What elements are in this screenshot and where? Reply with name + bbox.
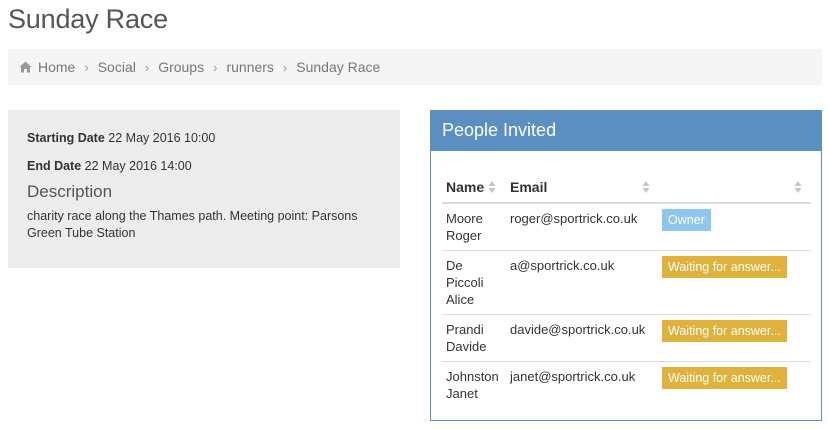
breadcrumb-separator: › bbox=[213, 59, 218, 75]
column-header-name[interactable]: Name bbox=[442, 171, 506, 204]
column-header-email-label: Email bbox=[510, 178, 548, 195]
page-title: Sunday Race bbox=[8, 4, 168, 34]
invitee-name: Johnston Janet bbox=[442, 361, 506, 408]
end-date-label: End Date bbox=[27, 159, 82, 173]
invitee-status-cell: Waiting for answer... bbox=[658, 314, 811, 362]
breadcrumb-separator: › bbox=[84, 59, 89, 75]
breadcrumb-runners[interactable]: runners bbox=[226, 59, 273, 75]
invitee-email: davide@sportrick.co.uk bbox=[506, 314, 658, 362]
invitee-name: Prandi Davide bbox=[442, 314, 506, 362]
status-badge-waiting: Waiting for answer... bbox=[662, 367, 787, 389]
breadcrumb-social[interactable]: Social bbox=[98, 59, 136, 75]
invitee-email: roger@sportrick.co.uk bbox=[510, 211, 638, 226]
invitee-email: a@sportrick.co.uk bbox=[506, 250, 658, 315]
table-header-row: Name Email bbox=[442, 171, 811, 204]
breadcrumb-current: Sunday Race bbox=[296, 59, 381, 75]
people-invited-panel: People Invited Name Email Moore Roger ro… bbox=[430, 110, 822, 421]
end-date-value: 22 May 2016 14:00 bbox=[84, 159, 192, 173]
status-badge-owner: Owner bbox=[662, 209, 711, 231]
sort-icon bbox=[794, 181, 802, 193]
panel-title: People Invited bbox=[431, 111, 821, 151]
event-details: Starting Date 22 May 2016 10:00 End Date… bbox=[8, 110, 400, 268]
breadcrumb: Home › Social › Groups › runners › Sunda… bbox=[8, 49, 822, 85]
table-row: Johnston Janet janet@sportrick.co.uk Wai… bbox=[442, 361, 811, 408]
status-badge-waiting: Waiting for answer... bbox=[662, 256, 787, 278]
column-header-email[interactable]: Email bbox=[506, 171, 658, 204]
invitee-status-cell: Waiting for answer... bbox=[658, 250, 811, 315]
table-row: Prandi Davide davide@sportrick.co.uk Wai… bbox=[442, 314, 811, 362]
description-heading: Description bbox=[27, 182, 113, 201]
table-row: De Piccoli Alice a@sportrick.co.uk Waiti… bbox=[442, 250, 811, 315]
panel-body: Name Email Moore Roger roger@sportrick.c… bbox=[431, 151, 821, 408]
breadcrumb-groups[interactable]: Groups bbox=[158, 59, 204, 75]
invitee-status-cell: Owner bbox=[658, 203, 811, 251]
invitee-email: janet@sportrick.co.uk bbox=[506, 361, 658, 408]
invitee-status-cell: Waiting for answer... bbox=[658, 361, 811, 408]
invitee-name: Moore Roger bbox=[446, 211, 483, 243]
breadcrumb-separator: › bbox=[144, 59, 150, 75]
breadcrumb-separator: › bbox=[282, 59, 288, 75]
status-badge-waiting: Waiting for answer... bbox=[662, 320, 787, 342]
sort-icon bbox=[642, 181, 650, 193]
breadcrumb-home[interactable]: Home bbox=[38, 59, 75, 75]
start-date-row: Starting Date 22 May 2016 10:00 bbox=[27, 130, 381, 158]
home-icon bbox=[19, 61, 32, 73]
column-header-name-label: Name bbox=[446, 178, 485, 195]
description-text: charity race along the Thames path. Meet… bbox=[27, 209, 358, 240]
start-date-value: 22 May 2016 10:00 bbox=[108, 131, 216, 145]
table-row: Moore Roger roger@sportrick.co.uk Owner bbox=[442, 203, 811, 251]
sort-icon bbox=[488, 181, 496, 193]
column-header-status[interactable] bbox=[658, 171, 811, 204]
start-date-label: Starting Date bbox=[27, 131, 105, 145]
invited-table: Name Email Moore Roger roger@sportrick.c… bbox=[442, 171, 811, 408]
invitee-name: De Piccoli Alice bbox=[442, 250, 506, 315]
